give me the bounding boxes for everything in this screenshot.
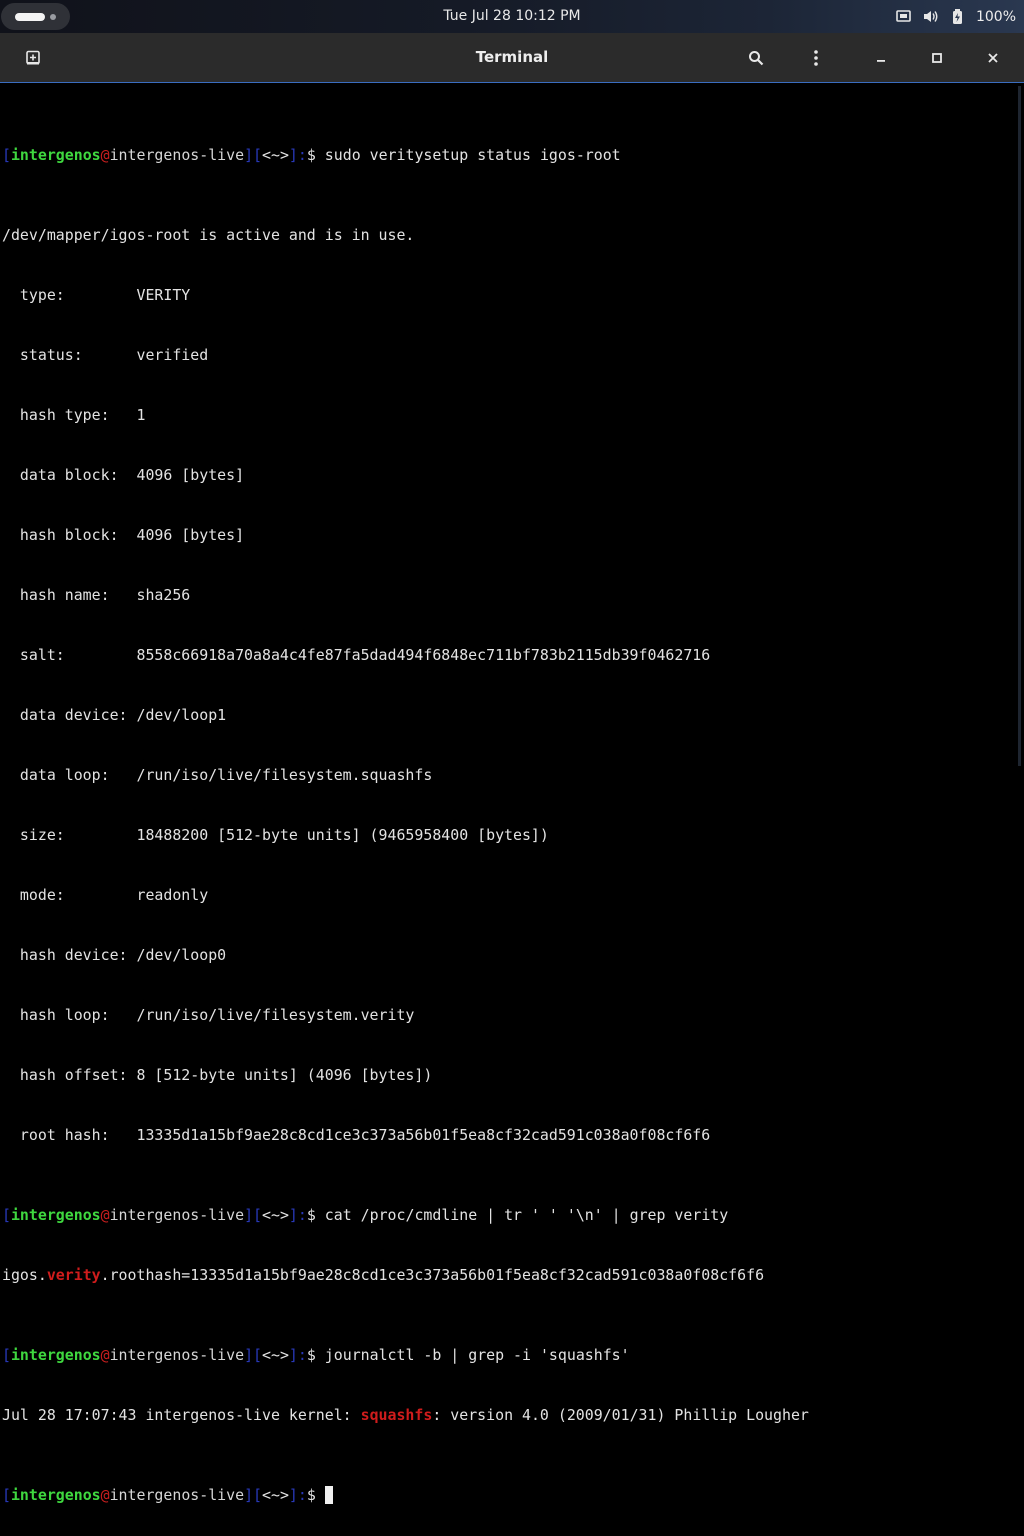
- output-line: data block: 4096 [bytes]: [2, 466, 245, 484]
- battery-icon[interactable]: [949, 8, 966, 25]
- prompt-line: [intergenos@intergenos-live][<~>]:$ sudo…: [2, 146, 621, 164]
- text-cursor: [324, 1486, 333, 1504]
- output-line: type: VERITY: [2, 286, 191, 304]
- output-line: size: 18488200 [512-byte units] (9465958…: [2, 826, 549, 844]
- output-line: data loop: /run/iso/live/filesystem.squa…: [2, 766, 433, 784]
- maximize-icon: [931, 52, 943, 64]
- command-text: cat /proc/cmdline | tr ' ' '\n' | grep v…: [324, 1206, 729, 1224]
- new-tab-icon: [25, 50, 41, 66]
- minimize-button[interactable]: [865, 42, 897, 74]
- prompt-line: [intergenos@intergenos-live][<~>]:$ cat …: [2, 1206, 729, 1224]
- workspace-inactive-indicator: [50, 14, 56, 20]
- output-line: Jul 28 17:07:43 intergenos-live kernel: …: [2, 1406, 809, 1424]
- close-icon: [987, 52, 999, 64]
- output-line: hash type: 1: [2, 406, 146, 424]
- search-icon: [748, 50, 764, 66]
- close-button[interactable]: [977, 42, 1009, 74]
- terminal-scrollbar[interactable]: [1018, 86, 1021, 766]
- output-line: data device: /dev/loop1: [2, 706, 227, 724]
- minimize-icon: [875, 52, 887, 64]
- output-line: mode: readonly: [2, 886, 209, 904]
- kebab-menu-icon: [808, 49, 824, 67]
- output-line: salt: 8558c66918a70a8a4c4fe87fa5dad494f6…: [2, 646, 711, 664]
- output-line: igos.verity.roothash=13335d1a15bf9ae28c8…: [2, 1266, 765, 1284]
- output-line: hash device: /dev/loop0: [2, 946, 227, 964]
- command-text: sudo veritysetup status igos-root: [324, 146, 621, 164]
- volume-icon[interactable]: [922, 8, 939, 25]
- output-line: hash offset: 8 [512-byte units] (4096 [b…: [2, 1066, 433, 1084]
- menu-button[interactable]: [800, 42, 832, 74]
- active-prompt-line[interactable]: [intergenos@intergenos-live][<~>]:$: [2, 1485, 809, 1505]
- battery-percentage: 100%: [975, 8, 1016, 25]
- output-line: root hash: 13335d1a15bf9ae28c8cd1ce3c373…: [2, 1126, 711, 1144]
- system-tray[interactable]: 100%: [895, 0, 1016, 33]
- activities-button[interactable]: [1, 3, 70, 30]
- workspace-active-indicator: [15, 13, 45, 21]
- maximize-button[interactable]: [921, 42, 953, 74]
- display-icon[interactable]: [895, 8, 912, 25]
- output-line: status: verified: [2, 346, 209, 364]
- output-line: /dev/mapper/igos-root is active and is i…: [2, 226, 415, 244]
- clock[interactable]: Tue Jul 28 10:12 PM: [0, 0, 1024, 33]
- terminal-header-bar: Terminal: [0, 33, 1024, 83]
- prompt-line: [intergenos@intergenos-live][<~>]:$ jour…: [2, 1346, 630, 1364]
- output-line: hash name: sha256: [2, 586, 191, 604]
- search-button[interactable]: [740, 42, 772, 74]
- output-line: hash loop: /run/iso/live/filesystem.veri…: [2, 1006, 415, 1024]
- output-line: hash block: 4096 [bytes]: [2, 526, 245, 544]
- grep-match: verity: [46, 1266, 101, 1284]
- grep-match: squashfs: [360, 1406, 433, 1424]
- top-bar: Tue Jul 28 10:12 PM 100%: [0, 0, 1024, 33]
- new-tab-button[interactable]: [17, 42, 49, 74]
- command-text: journalctl -b | grep -i 'squashfs': [324, 1346, 630, 1364]
- terminal-viewport[interactable]: [intergenos@intergenos-live][<~>]:$ sudo…: [0, 84, 1024, 1504]
